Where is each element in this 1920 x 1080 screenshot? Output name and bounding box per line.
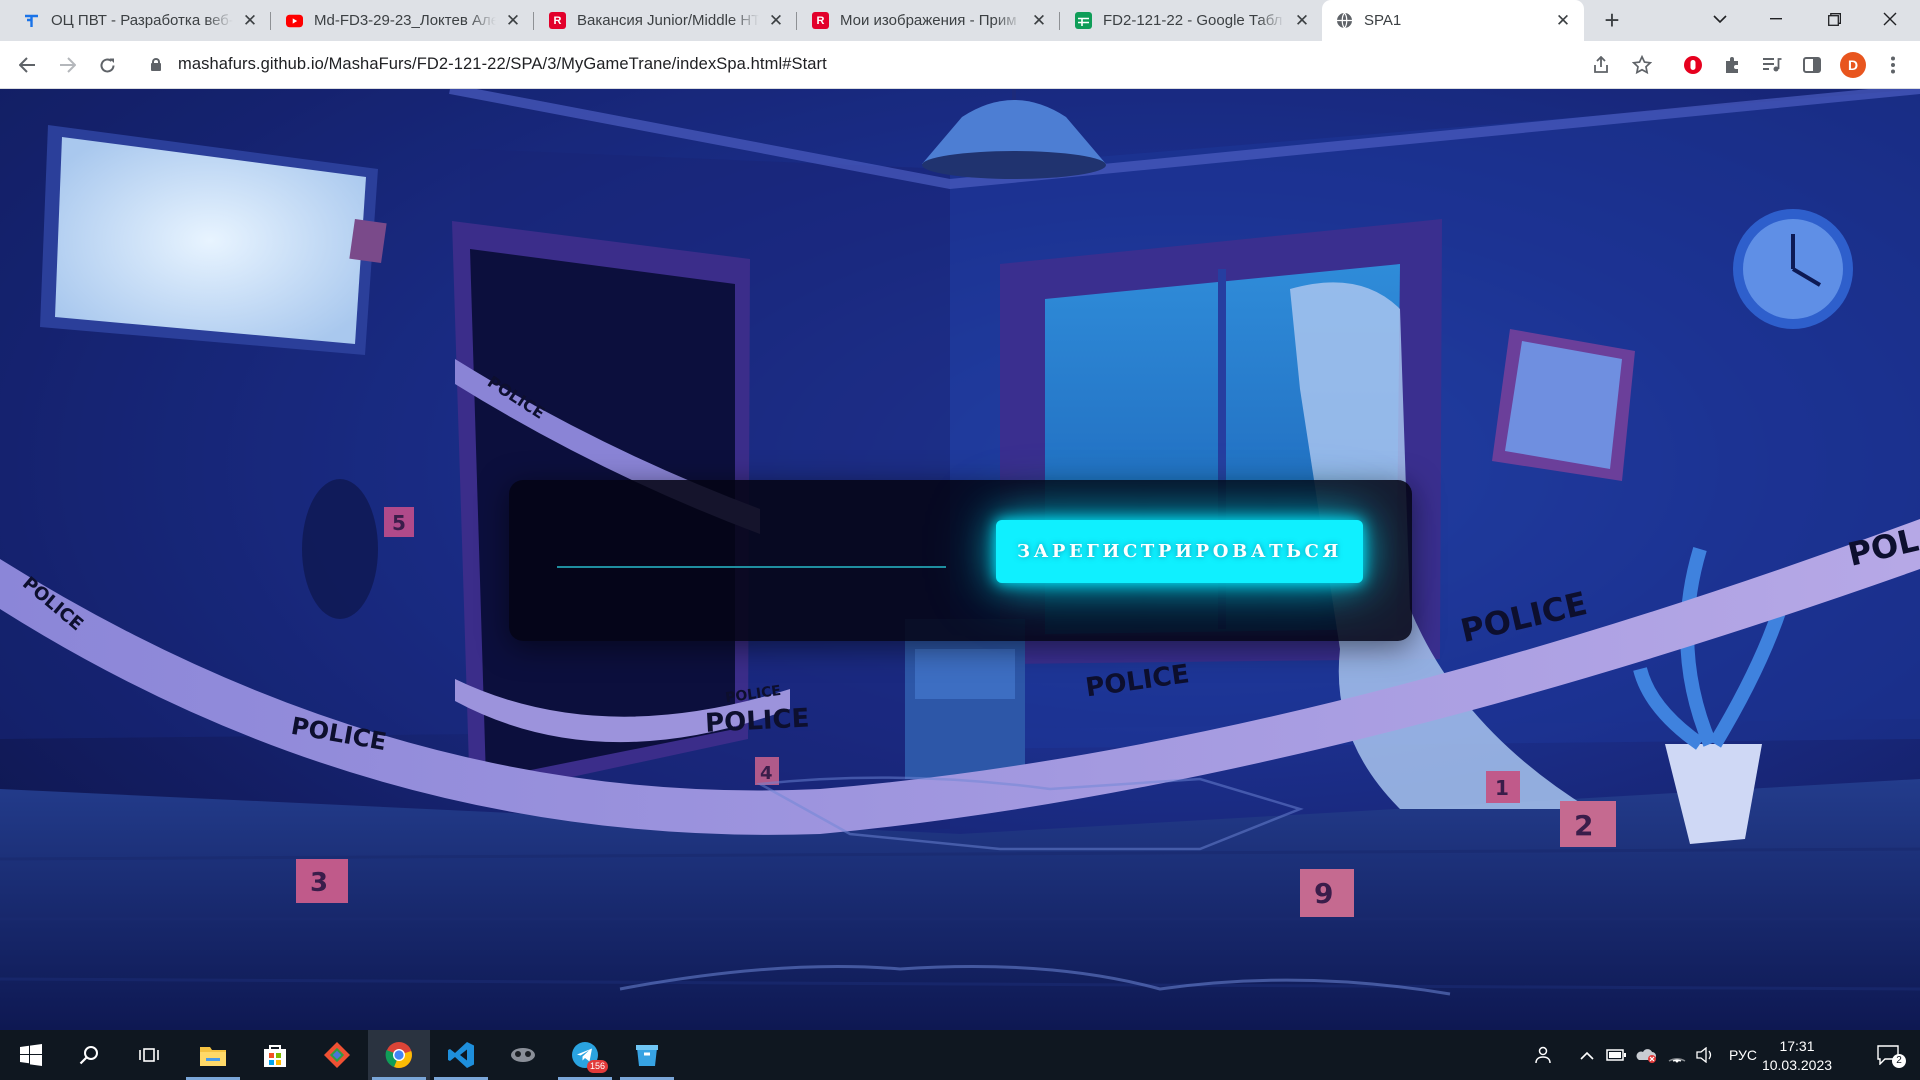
tab-title: Md-FD3-29-23_Локтев Але (314, 12, 496, 29)
wifi-icon[interactable] (1664, 1030, 1690, 1080)
close-tab-icon[interactable]: ✕ (241, 11, 259, 30)
close-tab-icon[interactable]: ✕ (1554, 11, 1572, 30)
youtube-icon (286, 12, 303, 29)
tab-search-icon[interactable] (1696, 0, 1744, 38)
telegram-icon[interactable]: 156 (554, 1030, 616, 1080)
search-icon[interactable] (58, 1030, 120, 1080)
tab-pvt[interactable]: ОЦ ПВТ - Разработка веб- ✕ (9, 0, 271, 41)
player-name-input[interactable] (557, 528, 946, 568)
profile-avatar[interactable]: D (1838, 50, 1868, 80)
minimize-button[interactable] (1752, 0, 1800, 38)
svg-text:3: 3 (310, 868, 328, 898)
svg-text:POLICE: POLICE (704, 703, 810, 738)
start-icon[interactable] (0, 1030, 62, 1080)
people-icon[interactable] (1528, 1030, 1558, 1080)
close-tab-icon[interactable]: ✕ (504, 11, 522, 30)
lock-icon[interactable] (151, 58, 161, 71)
svg-text:9: 9 (1314, 877, 1333, 910)
paint-icon[interactable] (616, 1030, 678, 1080)
store-icon[interactable] (244, 1030, 306, 1080)
git-icon[interactable] (306, 1030, 368, 1080)
tab-title: Мои изображения - Прим (840, 12, 1017, 29)
share-icon[interactable] (1586, 50, 1616, 80)
tab-youtube[interactable]: Md-FD3-29-23_Локтев Але ✕ (272, 0, 534, 41)
notifications-icon[interactable]: 2 (1866, 1030, 1910, 1080)
system-clock[interactable]: 17:31 10.03.2023 (1752, 1037, 1842, 1075)
register-button[interactable]: ЗАРЕГИСТРИРОВАТЬСЯ (996, 520, 1363, 583)
browser-tab-strip: ОЦ ПВТ - Разработка веб- ✕ Md-FD3-29-23_… (0, 0, 1920, 41)
adblock-extension-icon[interactable] (1678, 50, 1708, 80)
registration-panel: ЗАРЕГИСТРИРОВАТЬСЯ (509, 480, 1412, 641)
tab-title: ОЦ ПВТ - Разработка веб- (51, 12, 233, 29)
tab-my-images[interactable]: R Мои изображения - Прим ✕ (798, 0, 1060, 41)
reload-icon[interactable] (92, 50, 122, 80)
close-tab-icon[interactable]: ✕ (767, 11, 785, 30)
vscode-icon[interactable] (430, 1030, 492, 1080)
restore-button[interactable] (1810, 0, 1858, 38)
battery-icon[interactable] (1603, 1030, 1629, 1080)
new-tab-button[interactable]: + (1599, 7, 1625, 34)
media-controls-icon[interactable] (1757, 50, 1787, 80)
pvt-logo-icon (23, 12, 40, 29)
google-sheets-icon (1075, 12, 1092, 29)
chevron-up-icon[interactable] (1575, 1030, 1599, 1080)
chrome-icon[interactable] (368, 1030, 430, 1080)
close-window-button[interactable] (1866, 0, 1914, 38)
menu-dots-icon[interactable] (1878, 50, 1908, 80)
address-bar[interactable]: mashafurs.github.io/MashaFurs/FD2-121-22… (178, 55, 827, 74)
file-explorer-icon[interactable] (182, 1030, 244, 1080)
browser-toolbar: mashafurs.github.io/MashaFurs/FD2-121-22… (0, 41, 1920, 89)
rabota-logo-icon: R (549, 12, 566, 29)
close-tab-icon[interactable]: ✕ (1293, 11, 1311, 30)
rabota-logo-icon: R (812, 12, 829, 29)
close-tab-icon[interactable]: ✕ (1030, 11, 1048, 30)
app-icon[interactable] (492, 1030, 554, 1080)
side-panel-icon[interactable] (1797, 50, 1827, 80)
svg-text:4: 4 (760, 763, 773, 784)
extensions-puzzle-icon[interactable] (1717, 50, 1747, 80)
globe-icon (1336, 12, 1353, 29)
task-view-icon[interactable] (118, 1030, 180, 1080)
forward-arrow-icon[interactable] (52, 50, 82, 80)
tab-google-sheets[interactable]: FD2-121-22 - Google Табл ✕ (1061, 0, 1323, 41)
tab-title: SPA1 (1364, 12, 1402, 29)
tab-title: Вакансия Junior/Middle HT (577, 12, 759, 29)
onedrive-icon[interactable] (1633, 1030, 1659, 1080)
telegram-badge: 156 (587, 1060, 609, 1073)
svg-text:5: 5 (392, 511, 406, 535)
back-arrow-icon[interactable] (12, 50, 42, 80)
bookmark-star-icon[interactable] (1627, 50, 1657, 80)
volume-icon[interactable] (1692, 1030, 1718, 1080)
game-start-page: POLICE POLICE POLICE POLICE POL POLICE P… (0, 89, 1920, 1030)
svg-text:2: 2 (1574, 809, 1593, 842)
tab-spa1[interactable]: SPA1 ✕ (1322, 0, 1584, 41)
tab-title: FD2-121-22 - Google Табл (1103, 12, 1283, 29)
windows-taskbar: 156 РУС 17:31 10.03.2023 2 (0, 1030, 1920, 1080)
svg-text:1: 1 (1495, 776, 1509, 800)
tab-vacancy[interactable]: R Вакансия Junior/Middle HT ✕ (535, 0, 797, 41)
